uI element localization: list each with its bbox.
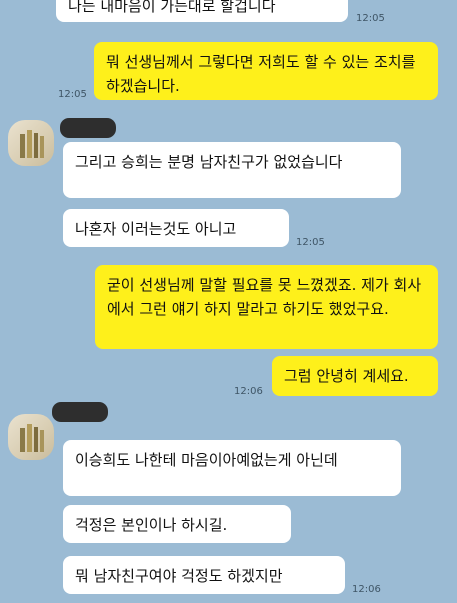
message-bubble-outgoing: 굳이 선생님께 말할 필요를 못 느꼈겠죠. 제가 회사에서 그런 얘기 하지 … xyxy=(95,265,438,349)
message-bubble-incoming: 나혼자 이러는것도 아니고 xyxy=(63,209,289,247)
message-bubble-incoming: 걱정은 본인이나 하시길. xyxy=(63,505,291,543)
avatar-image xyxy=(20,424,44,452)
message-text: 걱정은 본인이나 하시길. xyxy=(75,516,228,534)
message-bubble-incoming: 이승희도 나한테 마음이아예없는게 아닌데 xyxy=(63,440,401,496)
avatar-image xyxy=(20,130,44,158)
message-time: 12:06 xyxy=(352,584,381,595)
message-bubble-outgoing: 뭐 선생님께서 그렇다면 저희도 할 수 있는 조치를 하겠습니다. xyxy=(94,42,438,100)
contact-name-redacted xyxy=(60,118,116,138)
message-time: 12:06 xyxy=(234,386,263,397)
message-text: 이승희도 나한테 마음이아예없는게 아닌데 xyxy=(75,451,338,469)
message-text: 뭐 선생님께서 그렇다면 저희도 할 수 있는 조치를 하겠습니다. xyxy=(106,53,416,95)
contact-name-redacted xyxy=(52,402,108,422)
message-text: 나는 내마음이 가는대로 할겁니다 xyxy=(68,0,276,15)
message-bubble-incoming: 그리고 승희는 분명 남자친구가 없었습니다 xyxy=(63,142,401,198)
message-text: 나혼자 이러는것도 아니고 xyxy=(75,220,237,238)
message-time: 12:05 xyxy=(356,13,385,24)
message-text: 뭐 남자친구여야 걱정도 하겠지만 xyxy=(75,567,283,585)
message-text: 그리고 승희는 분명 남자친구가 없었습니다 xyxy=(75,153,343,171)
contact-avatar[interactable] xyxy=(8,120,54,166)
message-time: 12:05 xyxy=(58,89,87,100)
contact-avatar[interactable] xyxy=(8,414,54,460)
message-bubble-incoming: 뭐 남자친구여야 걱정도 하겠지만 xyxy=(63,556,345,594)
message-time: 12:05 xyxy=(296,237,325,248)
message-text: 굳이 선생님께 말할 필요를 못 느꼈겠죠. 제가 회사에서 그런 얘기 하지 … xyxy=(107,276,422,318)
message-bubble-incoming: 나는 내마음이 가는대로 할겁니다 xyxy=(56,0,348,22)
message-text: 그럼 안녕히 계세요. xyxy=(284,367,409,385)
message-bubble-outgoing: 그럼 안녕히 계세요. xyxy=(272,356,438,396)
